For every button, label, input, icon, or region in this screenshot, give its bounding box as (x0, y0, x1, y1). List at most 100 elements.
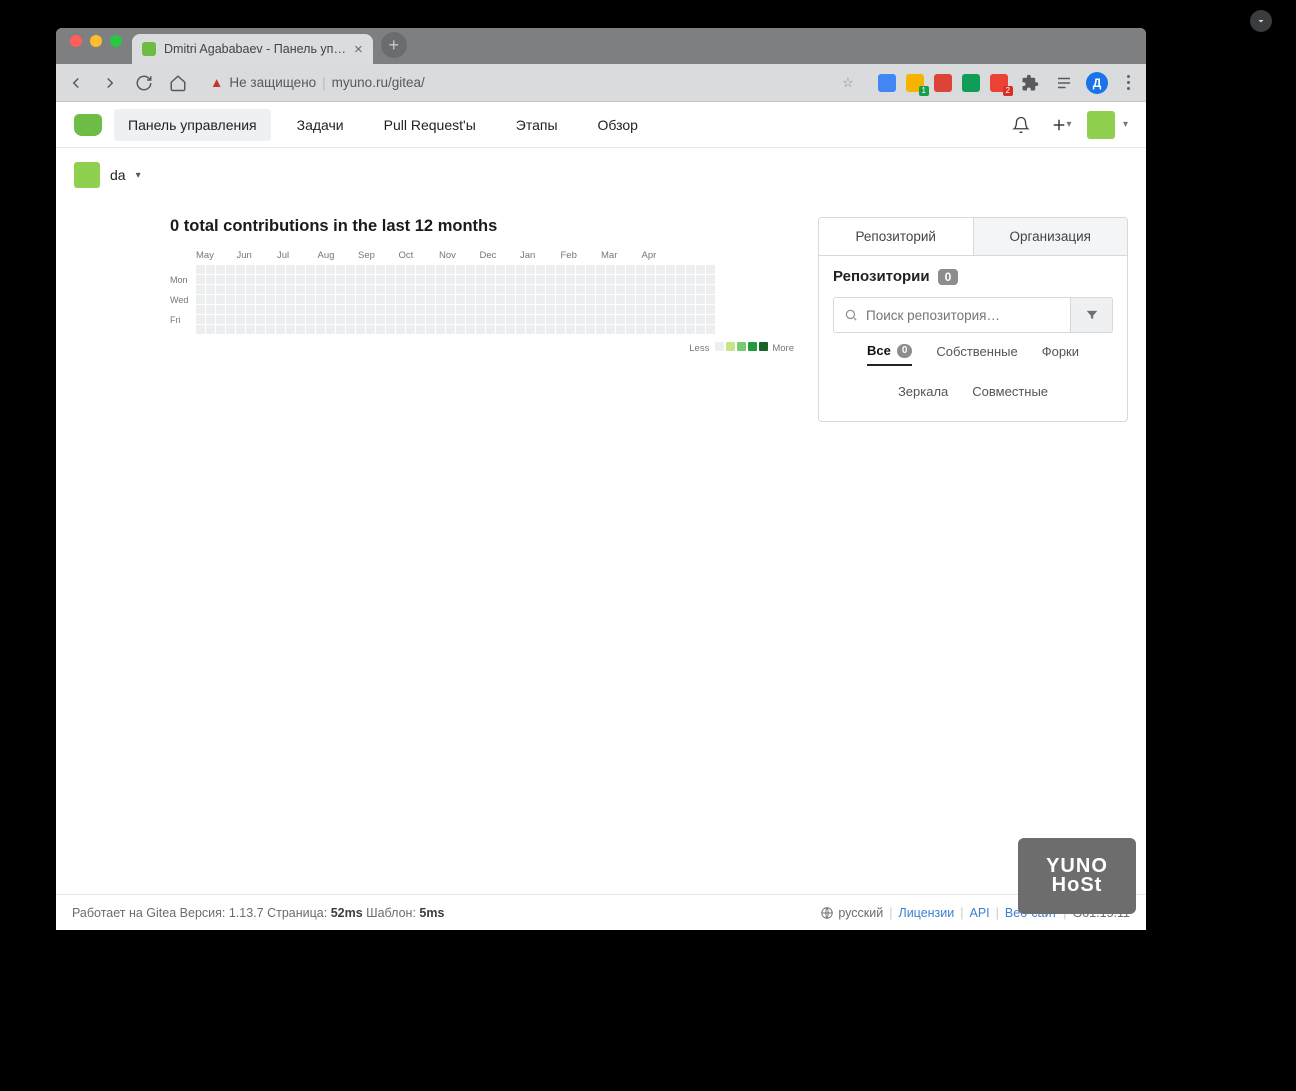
yunohost-overlay[interactable]: YUNO HoSt (1018, 838, 1136, 914)
language-selector[interactable]: русский (820, 906, 883, 920)
repositories-panel: Репозитории 0 Все (818, 256, 1128, 422)
heatmap-cell (236, 285, 245, 294)
heatmap-cell (296, 325, 305, 334)
forward-button[interactable] (98, 71, 122, 95)
heatmap-cell (626, 305, 635, 314)
gitea-logo-icon[interactable] (74, 114, 102, 136)
heatmap-cell (616, 315, 625, 324)
repo-search-box[interactable] (833, 297, 1071, 333)
heatmap-cell (426, 275, 435, 284)
gmail-extension-icon[interactable]: 2 (990, 74, 1008, 92)
heatmap-cell (636, 265, 645, 274)
home-button[interactable] (166, 71, 190, 95)
heatmap-cell (606, 295, 615, 304)
nav-issues[interactable]: Задачи (283, 109, 358, 141)
heatmap-cell (206, 325, 215, 334)
context-selector[interactable]: da ▾ (56, 148, 1146, 203)
heatmap-cell (696, 295, 705, 304)
heatmap-cell (206, 305, 215, 314)
browser-tab[interactable]: Dmitri Agababaev - Панель уп… × (132, 34, 373, 64)
heatmap-cell (336, 285, 345, 294)
heatmap-cell (216, 275, 225, 284)
heatmap-cell (496, 295, 505, 304)
heatmap-cell (576, 325, 585, 334)
heatmap-cell (406, 305, 415, 314)
heatmap-cell (506, 315, 515, 324)
footer-api-link[interactable]: API (970, 906, 990, 920)
heatmap-cell (656, 325, 665, 334)
heatmap-cell (376, 325, 385, 334)
user-avatar[interactable] (1087, 111, 1115, 139)
filter-forks[interactable]: Форки (1042, 343, 1079, 366)
heatmap-cell (606, 275, 615, 284)
heatmap-cell (406, 295, 415, 304)
filter-mirrors[interactable]: Зеркала (898, 384, 948, 405)
tab-repository[interactable]: Репозиторий (819, 218, 974, 255)
create-menu[interactable]: ▾ (1047, 116, 1075, 134)
heatmap-cell (446, 285, 455, 294)
back-button[interactable] (64, 71, 88, 95)
repo-search-input[interactable] (866, 308, 1060, 323)
heatmap-cell (266, 275, 275, 284)
heatmap-cell (526, 315, 535, 324)
new-tab-button[interactable]: + (381, 32, 407, 58)
heatmap-cell (396, 325, 405, 334)
tab-close-icon[interactable]: × (354, 41, 363, 58)
bookmark-star-icon[interactable]: ☆ (842, 75, 854, 91)
extension-icon[interactable] (878, 74, 896, 92)
nav-milestones[interactable]: Этапы (502, 109, 572, 141)
repo-count-badge: 0 (938, 269, 959, 285)
heatmap-cell (346, 305, 355, 314)
panel-title-text: Репозитории (833, 268, 930, 285)
nav-explore[interactable]: Обзор (584, 109, 652, 141)
heatmap-cell (256, 295, 265, 304)
nav-pulls[interactable]: Pull Request'ы (370, 109, 490, 141)
heatmap-cell (336, 265, 345, 274)
heatmap-cell (546, 275, 555, 284)
heatmap-cell (316, 265, 325, 274)
heatmap-cell (366, 295, 375, 304)
window-close[interactable] (70, 35, 82, 47)
footer-licenses-link[interactable]: Лицензии (898, 906, 954, 920)
browser-profile-dropdown[interactable] (1250, 10, 1272, 32)
heatmap-cell (376, 265, 385, 274)
legend-swatch (737, 342, 746, 351)
extension-icon[interactable] (962, 74, 980, 92)
context-caret-icon: ▾ (136, 170, 141, 181)
heatmap-cell (586, 285, 595, 294)
heatmap-cell (266, 295, 275, 304)
heatmap-cell (226, 265, 235, 274)
heatmap-cell (646, 275, 655, 284)
filter-collab[interactable]: Совместные (972, 384, 1048, 405)
extension-icon[interactable] (934, 74, 952, 92)
heatmap-cell (356, 315, 365, 324)
heatmap-cell (476, 315, 485, 324)
reading-list-icon[interactable] (1052, 71, 1076, 95)
heatmap-cell (466, 285, 475, 294)
heatmap-cell (306, 285, 315, 294)
heatmap-cell (536, 265, 545, 274)
page-content: Панель управления Задачи Pull Request'ы … (56, 102, 1146, 930)
heatmap-cell (526, 285, 535, 294)
heatmap-cell (276, 265, 285, 274)
nav-dashboard[interactable]: Панель управления (114, 109, 271, 141)
user-menu-caret-icon[interactable]: ▾ (1123, 119, 1128, 130)
extensions-puzzle-icon[interactable] (1018, 71, 1042, 95)
filter-button[interactable] (1071, 297, 1113, 333)
heatmap-month-label: Mar (601, 250, 642, 261)
extension-icon[interactable]: 1 (906, 74, 924, 92)
reload-button[interactable] (132, 71, 156, 95)
heatmap-cell (286, 285, 295, 294)
notifications-bell-icon[interactable] (1007, 116, 1035, 134)
filter-all[interactable]: Все 0 (867, 343, 912, 366)
url-field[interactable]: ▲ Не защищено | myuno.ru/gitea/ ☆ (200, 69, 864, 97)
tab-organization[interactable]: Организация (974, 218, 1128, 255)
filter-own[interactable]: Собственные (936, 343, 1017, 366)
heatmap-cell (606, 325, 615, 334)
browser-profile-avatar[interactable]: Д (1086, 72, 1108, 94)
window-maximize[interactable] (110, 35, 122, 47)
heatmap-cell (226, 305, 235, 314)
browser-menu-icon[interactable] (1118, 75, 1138, 90)
heatmap-cell (316, 315, 325, 324)
window-minimize[interactable] (90, 35, 102, 47)
